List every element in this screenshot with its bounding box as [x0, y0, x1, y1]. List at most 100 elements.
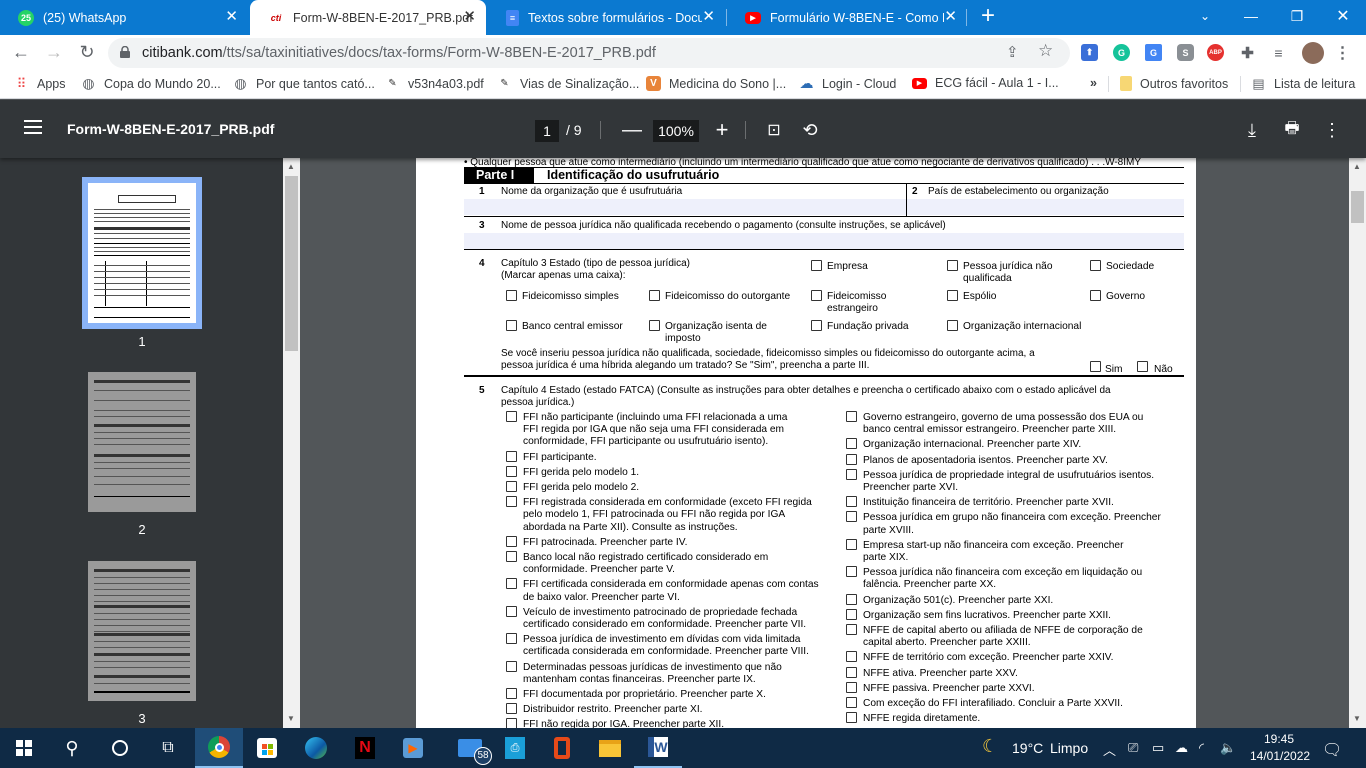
- chrome-icon[interactable]: [195, 728, 243, 768]
- close-tab-icon[interactable]: ✕: [225, 9, 238, 25]
- scroll-down-arrow-icon[interactable]: ▼: [287, 714, 295, 723]
- onedrive-icon[interactable]: ☁: [1175, 740, 1188, 756]
- search-icon[interactable]: ⚲: [48, 728, 96, 768]
- chapter3-checkbox[interactable]: [947, 290, 958, 301]
- share-icon[interactable]: ⇪: [1006, 43, 1019, 61]
- chapter4-checkbox[interactable]: [846, 438, 857, 450]
- start-icon[interactable]: [0, 728, 48, 768]
- store-icon[interactable]: [243, 728, 291, 768]
- checkbox-nao[interactable]: [1137, 361, 1148, 372]
- chapter4-checkbox[interactable]: [846, 468, 857, 480]
- cortana-icon[interactable]: [96, 728, 144, 768]
- show-hidden-icons[interactable]: ︿: [1103, 740, 1116, 759]
- sidebar-scrollbar[interactable]: ▲ ▼: [283, 158, 300, 728]
- chapter4-checkbox[interactable]: [846, 666, 857, 678]
- netflix-icon[interactable]: N: [341, 728, 389, 768]
- skype-icon[interactable]: S: [1177, 44, 1194, 61]
- grammarly-icon[interactable]: G: [1113, 44, 1130, 61]
- chapter3-checkbox[interactable]: [506, 290, 517, 301]
- page-scrollbar-thumb[interactable]: [1351, 191, 1364, 223]
- chapter4-checkbox[interactable]: [846, 681, 857, 693]
- media-player-icon[interactable]: ▶: [389, 728, 437, 768]
- bookmark-apps[interactable]: ⠿ Apps: [14, 76, 66, 91]
- chapter4-checkbox[interactable]: [506, 465, 517, 477]
- weather-temp[interactable]: 19°C: [1012, 740, 1043, 756]
- tab-pdf[interactable]: cti Form-W-8BEN-E-2017_PRB.pdf ✕: [250, 0, 486, 35]
- bookmark-vias[interactable]: ✎ Vias de Sinalização...: [497, 76, 639, 91]
- reload-button[interactable]: ↻: [74, 40, 100, 64]
- chapter3-checkbox[interactable]: [649, 320, 660, 331]
- chapter3-checkbox[interactable]: [811, 260, 822, 271]
- weather-text[interactable]: Limpo: [1050, 740, 1088, 756]
- other-bookmarks[interactable]: Outros favoritos: [1120, 76, 1228, 91]
- chapter4-checkbox[interactable]: [506, 703, 517, 715]
- chapter4-checkbox[interactable]: [846, 511, 857, 523]
- chapter4-checkbox[interactable]: [506, 605, 517, 617]
- bookmark-login-cloud[interactable]: ☁ Login - Cloud: [799, 75, 897, 91]
- chapter4-checkbox[interactable]: [846, 566, 857, 578]
- zoom-in-button[interactable]: +: [710, 117, 734, 142]
- country-field[interactable]: [907, 199, 1184, 215]
- close-tab-icon[interactable]: ✕: [463, 9, 476, 25]
- edge-icon[interactable]: [292, 728, 340, 768]
- close-window-button[interactable]: ✕: [1320, 0, 1366, 32]
- chapter4-checkbox[interactable]: [506, 535, 517, 547]
- bookmark-copa[interactable]: ◍ Copa do Mundo 20...: [81, 75, 220, 91]
- zoom-out-button[interactable]: —: [620, 118, 644, 142]
- word-icon[interactable]: W: [634, 728, 682, 768]
- file-explorer-icon[interactable]: [586, 728, 634, 768]
- tab-youtube[interactable]: ▶ Formulário W-8BEN-E - Como Pr ✕: [727, 0, 967, 35]
- chapter3-checkbox[interactable]: [1090, 260, 1101, 271]
- chapter3-checkbox[interactable]: [649, 290, 660, 301]
- chapter4-checkbox[interactable]: [506, 718, 517, 728]
- profile-avatar[interactable]: [1302, 42, 1324, 64]
- playlist-icon[interactable]: ≡: [1270, 44, 1287, 61]
- rotate-icon[interactable]: ⟲: [798, 118, 822, 142]
- chapter4-checkbox[interactable]: [506, 660, 517, 672]
- chapter3-checkbox[interactable]: [1090, 290, 1101, 301]
- scroll-down-arrow-icon[interactable]: ▼: [1353, 714, 1361, 723]
- volume-icon[interactable]: 🔈: [1220, 740, 1236, 756]
- chapter3-checkbox[interactable]: [811, 290, 822, 301]
- clock-date[interactable]: 14/01/2022: [1250, 749, 1310, 763]
- forward-button[interactable]: →: [41, 40, 67, 64]
- thumbnail-page-3[interactable]: [88, 561, 196, 701]
- tab-whatsapp[interactable]: 25 (25) WhatsApp ✕: [0, 0, 248, 35]
- chapter4-checkbox[interactable]: [506, 578, 517, 590]
- adblock-plus-icon[interactable]: ABP: [1207, 44, 1224, 61]
- print-icon[interactable]: 🖶: [1280, 118, 1304, 142]
- scroll-up-arrow-icon[interactable]: ▲: [1353, 162, 1361, 171]
- chapter4-checkbox[interactable]: [506, 496, 517, 508]
- zoom-level-input[interactable]: 100%: [653, 120, 699, 142]
- tab-search-button[interactable]: ⌄: [1182, 0, 1228, 32]
- chapter4-checkbox[interactable]: [846, 453, 857, 465]
- mail-icon[interactable]: 58: [446, 728, 494, 768]
- task-view-icon[interactable]: ⧉: [144, 728, 192, 768]
- bookmark-medicina-sono[interactable]: V Medicina do Sono |...: [646, 76, 786, 91]
- reading-list[interactable]: ▤ Lista de leitura: [1251, 76, 1355, 91]
- chapter3-checkbox[interactable]: [506, 320, 517, 331]
- chapter4-checkbox[interactable]: [846, 697, 857, 708]
- chapter4-checkbox[interactable]: [846, 593, 857, 605]
- address-bar[interactable]: citibank.com/tts/sa/taxinitiatives/docs/…: [108, 38, 1070, 68]
- chapter4-checkbox[interactable]: [846, 624, 857, 635]
- back-button[interactable]: ←: [8, 40, 34, 64]
- chapter4-checkbox[interactable]: [506, 688, 517, 699]
- office-icon[interactable]: [538, 728, 586, 768]
- chapter4-checkbox[interactable]: [846, 651, 857, 663]
- fit-page-icon[interactable]: ⊡: [762, 118, 786, 142]
- thumbnail-page-1[interactable]: [88, 183, 196, 323]
- bookmark-v53n4a03[interactable]: ✎ v53n4a03.pdf: [385, 76, 483, 91]
- chapter4-checkbox[interactable]: [506, 450, 517, 462]
- organization-name-field[interactable]: [464, 199, 906, 215]
- chapter4-checkbox[interactable]: [506, 481, 517, 492]
- sidebar-toggle-icon[interactable]: [24, 120, 42, 134]
- print-app-icon[interactable]: ⎙: [491, 728, 539, 768]
- google-translate-icon[interactable]: G: [1145, 44, 1162, 61]
- notifications-icon[interactable]: 🗨: [1322, 740, 1342, 760]
- tab-google-docs[interactable]: ≡ Textos sobre formulários - Docum ✕: [488, 0, 725, 35]
- clock-time[interactable]: 19:45: [1264, 732, 1294, 746]
- chapter3-checkbox[interactable]: [947, 260, 958, 271]
- restore-button[interactable]: ❐: [1274, 0, 1320, 32]
- more-options-icon[interactable]: ⋮: [1320, 118, 1344, 142]
